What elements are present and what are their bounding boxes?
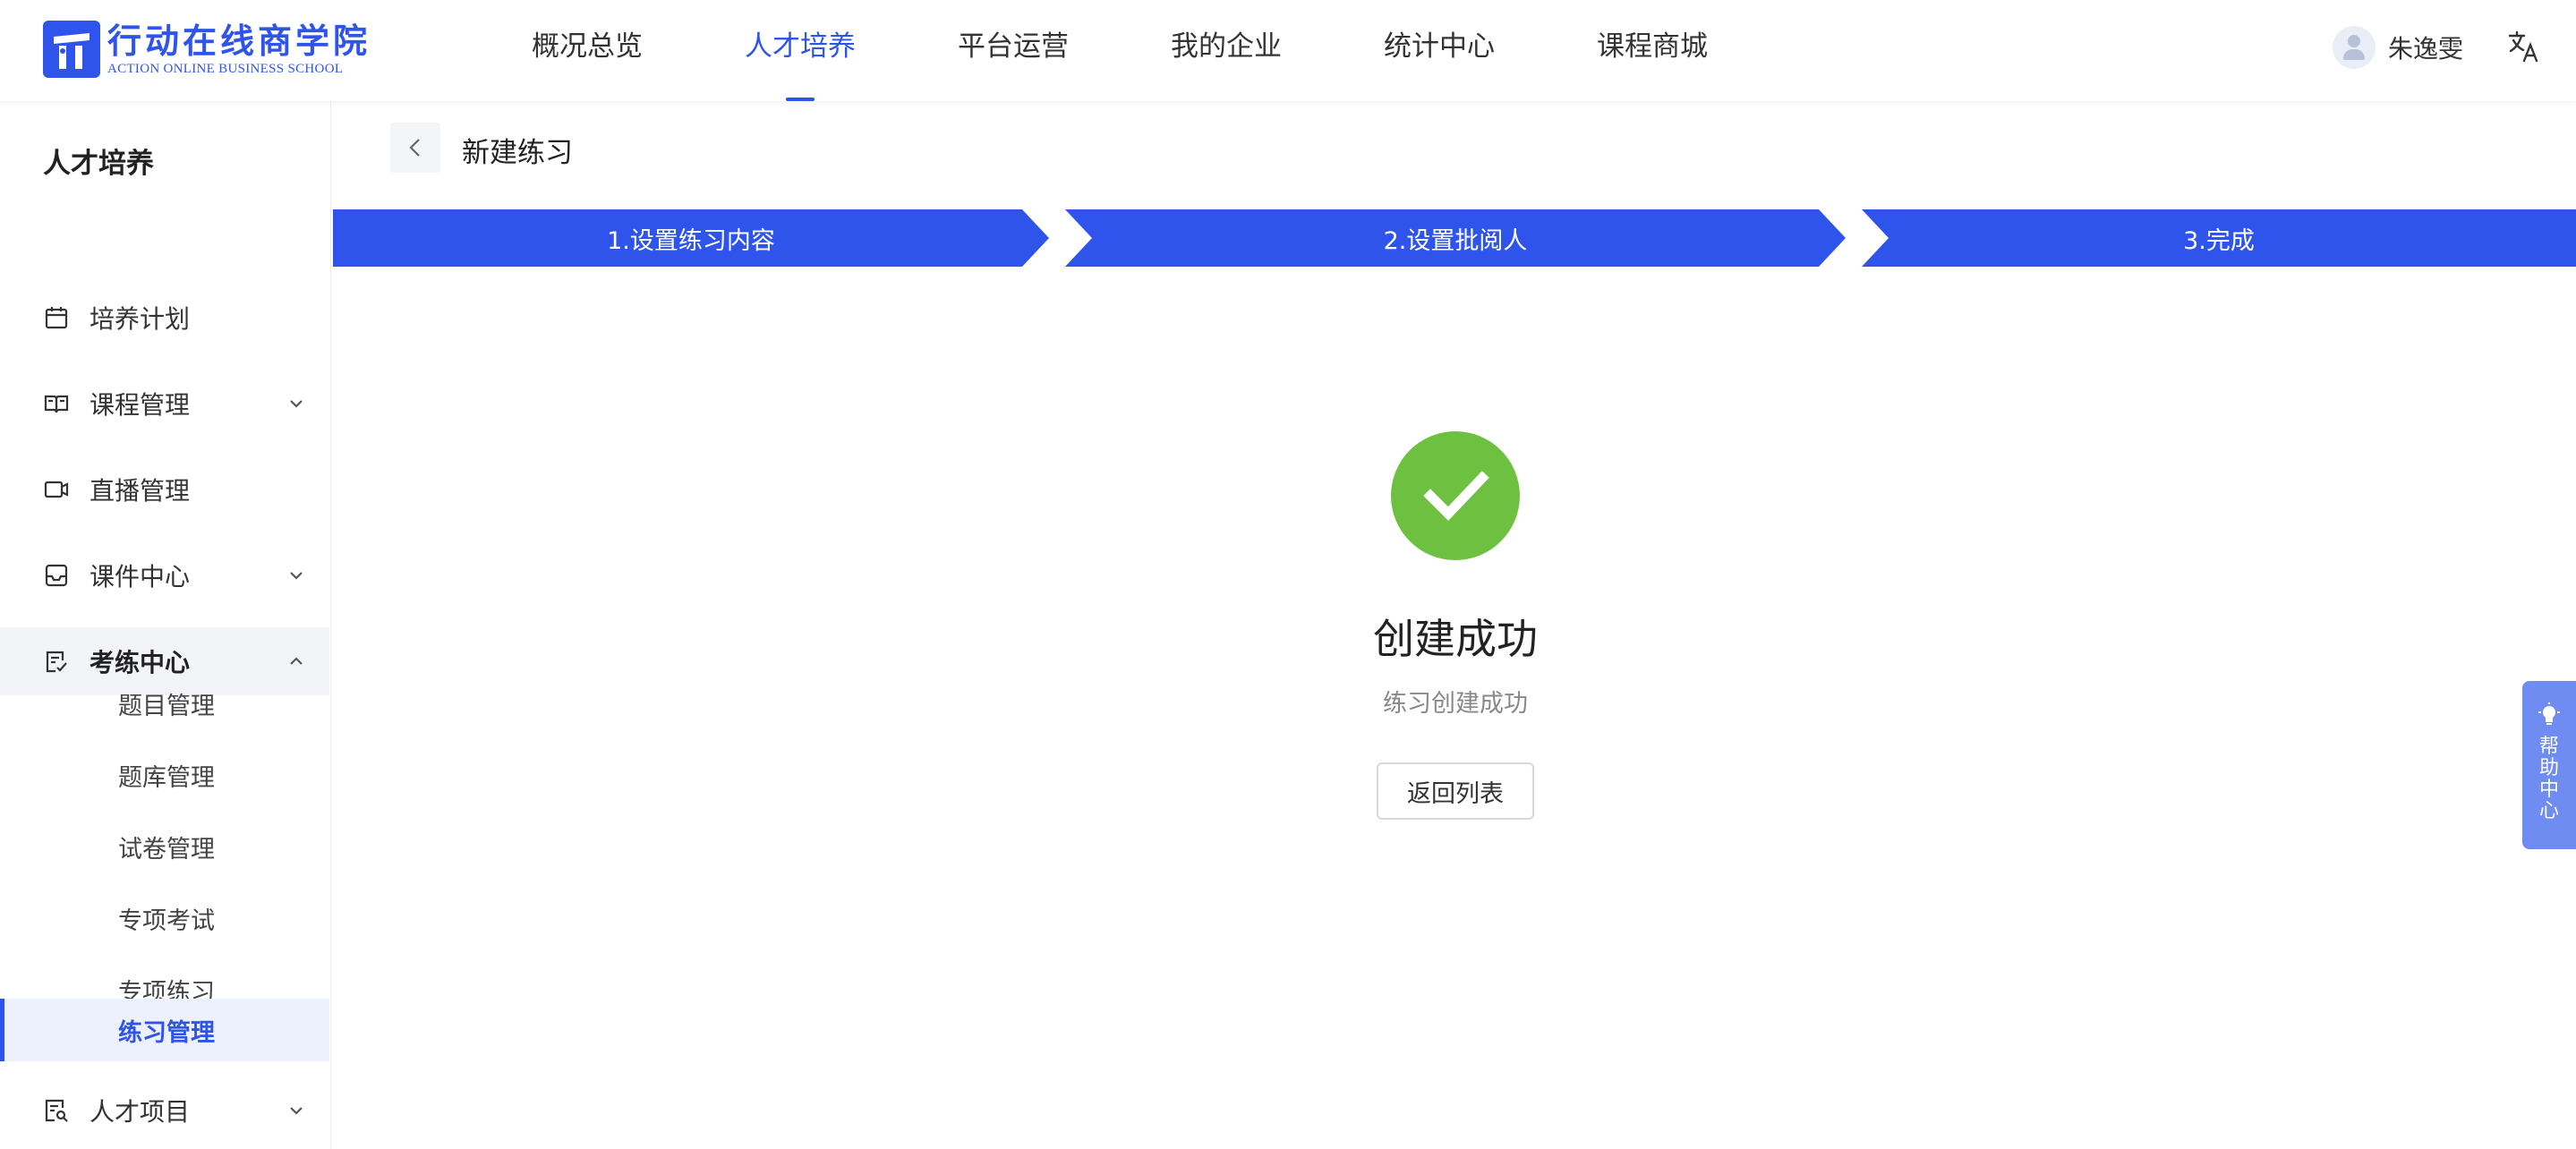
project-icon [43, 1097, 70, 1124]
sidebar-item-courseware[interactable]: 课件中心 [0, 541, 329, 609]
sidebar-item-training-plan[interactable]: 培养计划 [0, 284, 329, 352]
help-center-button[interactable]: 帮助中心 [2522, 681, 2576, 849]
step-indicator: 1.设置练习内容 2.设置批阅人 3.完成 [333, 209, 2576, 267]
exam-icon [43, 648, 70, 675]
top-header: 行动在线商学院 ACTION ONLINE BUSINESS SCHOOL 概况… [0, 0, 2576, 101]
step-2: 2.设置批阅人 [1065, 209, 1846, 267]
translate-icon[interactable] [2506, 29, 2542, 64]
nav-platform[interactable]: 平台运营 [958, 0, 1069, 101]
chevron-down-icon [286, 394, 306, 413]
sidebar-subitem-label: 试卷管理 [118, 835, 215, 864]
sidebar-subitem-special-exam[interactable]: 专项考试 [0, 887, 329, 949]
back-button[interactable] [390, 123, 440, 173]
sidebar-subitem-question-bank[interactable]: 题库管理 [0, 744, 329, 806]
main-nav: 概况总览 人才培养 平台运营 我的企业 统计中心 课程商城 [532, 0, 1810, 101]
sidebar-subitem-label: 专项考试 [118, 906, 215, 935]
nav-talent[interactable]: 人才培养 [745, 0, 856, 101]
sidebar-item-label: 直播管理 [90, 476, 191, 506]
sidebar-subitem-papers[interactable]: 试卷管理 [0, 815, 329, 878]
sidebar-subitem-label: 题库管理 [118, 763, 215, 792]
nav-overview[interactable]: 概况总览 [532, 0, 643, 101]
user-name[interactable]: 朱逸雯 [2388, 30, 2463, 65]
sidebar-title: 人才培养 [43, 148, 154, 180]
sidebar-subitem-questions[interactable]: 题目管理 [0, 672, 329, 735]
sidebar-subitem-label: 题目管理 [118, 692, 215, 720]
logo-title: 行动在线商学院 [107, 21, 371, 61]
chevron-up-icon [286, 651, 306, 671]
nav-course-mall[interactable]: 课程商城 [1597, 0, 1708, 101]
sidebar-item-label: 培养计划 [90, 304, 191, 334]
nav-enterprise[interactable]: 我的企业 [1171, 0, 1282, 101]
help-center-label: 帮助中心 [2538, 736, 2559, 822]
chevron-down-icon [286, 1101, 306, 1120]
result-title: 创建成功 [1373, 615, 1538, 663]
sidebar-subitem-practice-management[interactable]: 练习管理 [0, 999, 329, 1061]
user-menu[interactable]: 朱逸雯 [2333, 25, 2463, 70]
logo-subtitle: ACTION ONLINE BUSINESS SCHOOL [107, 62, 344, 76]
sidebar-item-label: 课程管理 [90, 390, 191, 420]
logo-icon [43, 21, 100, 78]
inbox-icon [43, 562, 70, 589]
chevron-left-icon [409, 139, 420, 157]
sidebar-item-talent-project[interactable]: 人才项目 [0, 1077, 329, 1145]
calendar-icon [43, 304, 70, 331]
nav-statistics[interactable]: 统计中心 [1384, 0, 1495, 101]
book-icon [43, 390, 70, 417]
sidebar-item-live-management[interactable]: 直播管理 [0, 455, 329, 523]
sidebar-item-course-management[interactable]: 课程管理 [0, 370, 329, 438]
step-3: 3.完成 [1862, 209, 2576, 267]
sidebar: 人才培养 培养计划 课程管理 直播管理 课件中心 考练中心 题目管理 题库管理 … [0, 101, 331, 1149]
avatar[interactable] [2333, 26, 2376, 69]
chevron-down-icon [286, 566, 306, 585]
step-1: 1.设置练习内容 [333, 209, 1049, 267]
sidebar-item-label: 人才项目 [90, 1097, 191, 1127]
logo[interactable]: 行动在线商学院 ACTION ONLINE BUSINESS SCHOOL [43, 20, 371, 79]
sidebar-subitem-label: 练习管理 [118, 1018, 215, 1047]
video-icon [43, 476, 70, 503]
result-subtitle: 练习创建成功 [1383, 690, 1528, 718]
return-list-button[interactable]: 返回列表 [1377, 762, 1534, 820]
success-check-icon [1391, 431, 1520, 560]
lightbulb-icon [2538, 702, 2560, 728]
sidebar-item-label: 课件中心 [90, 562, 191, 592]
page-title: 新建练习 [462, 137, 573, 169]
